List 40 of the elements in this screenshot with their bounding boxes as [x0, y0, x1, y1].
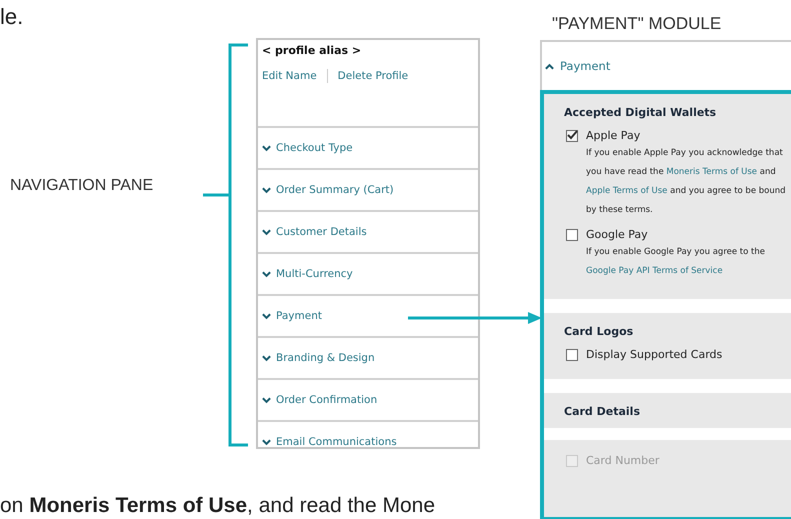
option-description: If you enable Google Pay you agree to the Google Pay API Terms of Service [586, 246, 766, 278]
checkbox[interactable] [566, 130, 578, 142]
option-label: Display Supported Cards [586, 348, 722, 361]
section-title: Card Logos [564, 325, 634, 338]
accordion-header[interactable]: Payment [542, 42, 791, 90]
chevron-down-icon [262, 438, 271, 446]
nav-item[interactable]: Checkout Type [258, 128, 478, 170]
chevron-down-icon [262, 228, 271, 236]
nav-item[interactable]: Multi-Currency [258, 254, 478, 296]
profile-alias: < profile alias > [262, 44, 362, 57]
profile-link[interactable]: Delete Profile [338, 70, 408, 82]
section-title: Accepted Digital Wallets [564, 106, 718, 119]
terms-link[interactable]: Moneris Terms of Use [666, 167, 758, 177]
terms-link[interactable]: Google Pay API Terms of Service [586, 266, 723, 276]
section-title: Card Details [564, 405, 641, 418]
terms-link[interactable]: Apple Terms of Use [586, 186, 668, 196]
chevron-down-icon [262, 144, 271, 152]
option-label: Apple Pay [586, 129, 642, 142]
checkbox[interactable] [566, 349, 578, 361]
chevron-down-icon [262, 396, 271, 404]
nav-item[interactable]: Branding & Design [258, 338, 478, 380]
chevron-down-icon [262, 186, 271, 194]
nav-item[interactable]: Payment [258, 296, 478, 338]
option-description: If you enable Apple Pay you acknowledge that you have read the Moneris Terms of Use and Apple Terms of Use and you agree to be bound by these terms. [586, 147, 787, 217]
body-text: on Moneris Terms of Use, and read the Mone [0, 494, 436, 518]
nav-item[interactable]: Order Summary (Cart) [258, 170, 478, 212]
chevron-up-icon [545, 62, 554, 70]
chevron-down-icon [262, 354, 271, 362]
callout-label: NAVIGATION PANE [10, 177, 154, 195]
chevron-down-icon [262, 312, 271, 320]
body-text: le. [0, 4, 24, 30]
option-label: Google Pay [586, 228, 649, 241]
chevron-down-icon [262, 270, 271, 278]
checkbox[interactable] [566, 229, 578, 241]
option-label: Card Number [586, 454, 660, 467]
profile-link[interactable]: Edit Name [262, 70, 317, 82]
nav-item[interactable]: Customer Details [258, 212, 478, 254]
nav-item[interactable]: Email Communications [258, 422, 478, 447]
callout-label: "PAYMENT" MODULE [552, 14, 722, 34]
nav-item[interactable]: Order Confirmation [258, 380, 478, 422]
